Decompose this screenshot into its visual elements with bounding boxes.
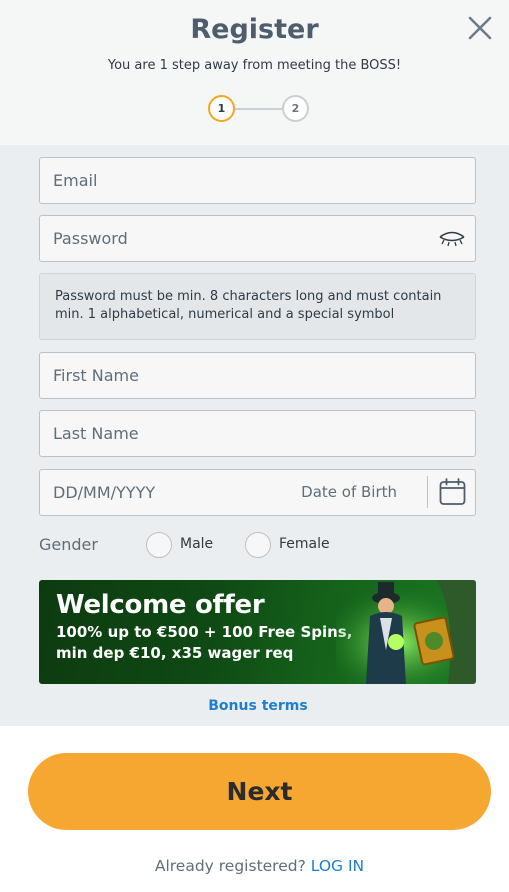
dob-label: Date of Birth (301, 483, 397, 501)
banner-title: Welcome offer (56, 590, 265, 620)
email-field[interactable] (40, 158, 475, 203)
gender-female-label[interactable]: Female (279, 536, 330, 552)
eye-closed-icon[interactable] (438, 229, 466, 247)
dob-field[interactable] (40, 470, 300, 515)
page-subtitle: You are 1 step away from meeting the BOS… (107, 58, 402, 73)
first-name-field[interactable] (40, 353, 475, 398)
password-field[interactable] (40, 216, 475, 261)
next-button[interactable]: Next (28, 753, 491, 830)
login-prompt: Already registered? LOG IN (0, 857, 509, 875)
password-hint: Password must be min. 8 characters long … (39, 273, 476, 340)
gender-male-label[interactable]: Male (180, 536, 213, 552)
dob-divider (427, 476, 428, 508)
gender-label: Gender (39, 535, 98, 554)
gender-female-radio[interactable] (245, 532, 271, 558)
page-title: Register (190, 14, 319, 45)
close-icon[interactable] (464, 12, 496, 44)
calendar-icon[interactable] (439, 478, 466, 506)
dob-field-wrapper: Date of Birth (39, 469, 476, 516)
email-field-wrapper (39, 157, 476, 204)
boss-character-illustration (336, 580, 476, 684)
login-link[interactable]: LOG IN (311, 857, 364, 875)
gender-male-radio[interactable] (146, 532, 172, 558)
bonus-terms-link[interactable]: Bonus terms (0, 698, 509, 714)
password-field-wrapper (39, 215, 476, 262)
last-name-field-wrapper (39, 410, 476, 457)
step-connector (235, 108, 282, 110)
step-1: 1 (208, 95, 235, 122)
step-2: 2 (282, 95, 309, 122)
banner-offer-text: 100% up to €500 + 100 Free Spins, min de… (56, 623, 353, 662)
register-header: Register You are 1 step away from meetin… (0, 0, 509, 145)
first-name-field-wrapper (39, 352, 476, 399)
already-registered-text: Already registered? (154, 857, 306, 875)
step-indicator: 1 2 (208, 95, 312, 123)
last-name-field[interactable] (40, 411, 475, 456)
welcome-offer-banner: Welcome offer 100% up to €500 + 100 Free… (39, 580, 476, 684)
